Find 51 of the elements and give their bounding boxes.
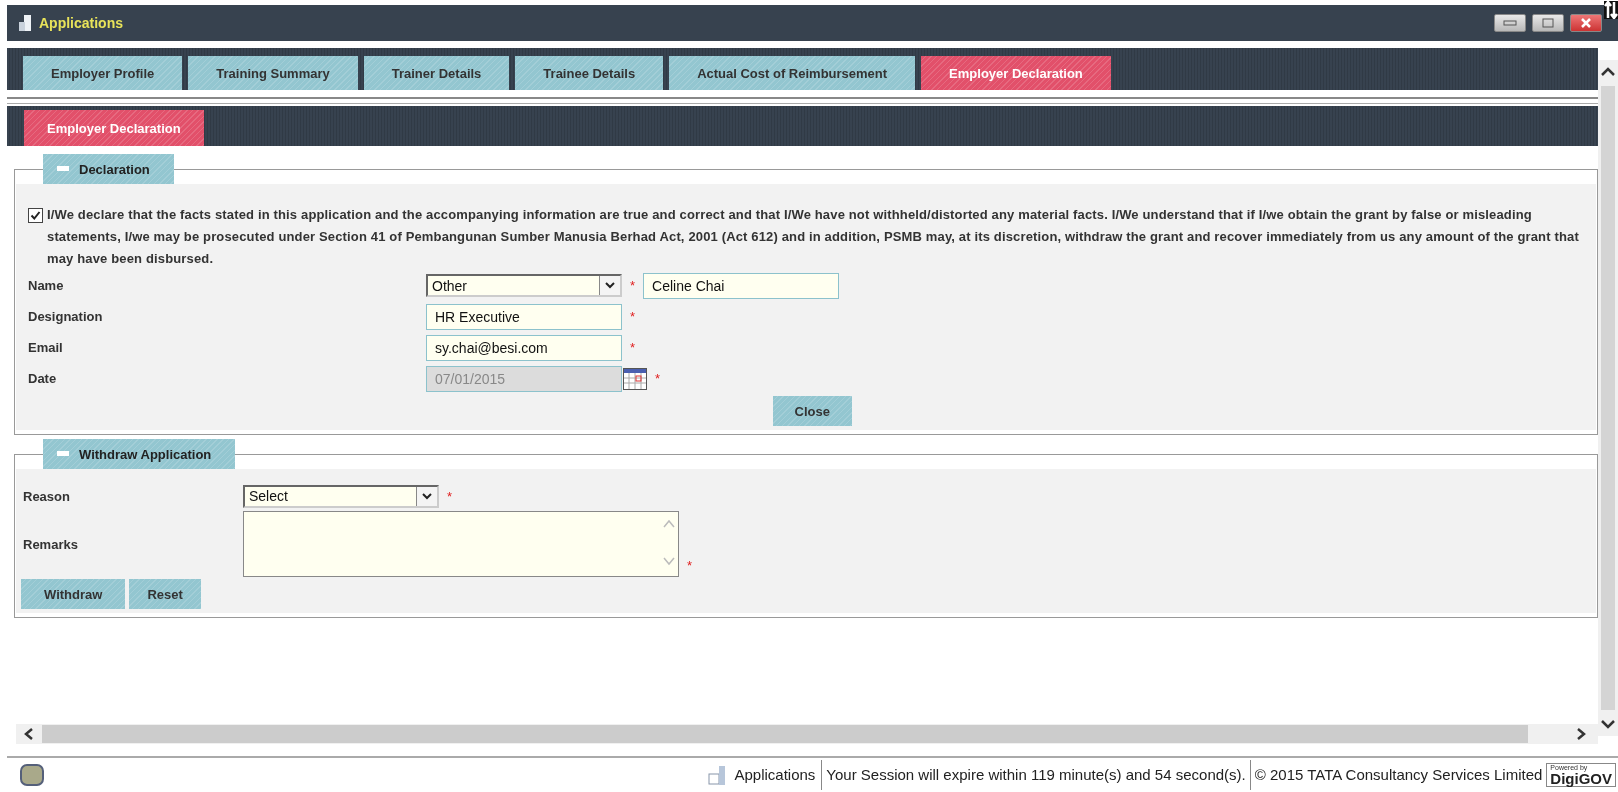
vertical-scrollbar[interactable]	[1598, 60, 1618, 736]
window-title: Applications	[39, 15, 123, 31]
section-header[interactable]: Declaration	[43, 154, 174, 184]
field-label: Remarks	[23, 536, 79, 552]
collapse-icon	[57, 166, 69, 172]
close-button[interactable]	[1570, 14, 1602, 32]
tab[interactable]: Training Summary	[188, 56, 358, 90]
required-mark: *	[687, 558, 693, 573]
minimize-button[interactable]	[1494, 14, 1526, 32]
caret-icon	[422, 492, 432, 500]
tab[interactable]: Trainee Details	[515, 56, 664, 90]
declaration-statement: I/We declare that the facts stated in this application and the accompanying information are true and correct and that I/We have not withheld/distorted any material facts. I/We understand that if I/we obtain the grant by false or misleading statements, I/we may be prosecuted under Section 41 of Pembangunan Sumber Manusia Berhad Act, 2001 (Act 612) and in addition, PSMB may, at its discretion, withdraw the grant and recover immediately from us any amount of the grant that may have been disbursed.	[47, 206, 1580, 268]
horizontal-scrollbar[interactable]	[16, 724, 1598, 744]
required-mark: *	[630, 278, 636, 293]
tab[interactable]: Trainer Details	[363, 56, 510, 90]
field-label: Name	[28, 278, 65, 293]
field-label: Email	[28, 340, 64, 355]
tab[interactable]: Employer Declaration	[921, 56, 1111, 90]
action-button[interactable]: Reset	[129, 579, 201, 609]
required-mark: *	[630, 340, 636, 355]
required-mark: *	[655, 371, 661, 386]
app-icon	[17, 14, 33, 32]
desktop-icon[interactable]	[20, 764, 44, 786]
input-field[interactable]: HR Executive	[426, 303, 622, 330]
name-dropdown[interactable]: Other	[426, 274, 622, 297]
field-label: Date	[28, 371, 58, 386]
remarks-field[interactable]	[243, 511, 679, 577]
maximize-button[interactable]	[1532, 14, 1564, 32]
field-label: Designation	[28, 309, 104, 324]
tab[interactable]: Employer Profile	[23, 56, 183, 90]
tab[interactable]: Actual Cost of Reimbursement	[669, 56, 916, 90]
maximize-icon	[1542, 18, 1554, 28]
section-header[interactable]: Withdraw Application	[43, 439, 236, 469]
session-timer: Your Session will expire within 119 minute(s) and 54 second(s).	[822, 760, 1251, 790]
checkbox[interactable]	[28, 208, 43, 223]
input-field[interactable]: sy.chai@besi.com	[426, 334, 622, 361]
required-mark: *	[447, 488, 453, 504]
close-button[interactable]: Close	[772, 396, 852, 426]
tab[interactable]: Employer Declaration	[24, 110, 204, 146]
minimize-icon	[1503, 19, 1517, 27]
copyright: © 2015 TATA Consultancy Services Limited	[1253, 765, 1544, 785]
caret-icon	[605, 282, 615, 289]
input-field[interactable]: Celine Chai	[643, 272, 840, 299]
taskbar-app[interactable]: Applications	[728, 760, 823, 790]
action-button[interactable]: Withdraw	[21, 579, 126, 609]
required-mark: *	[630, 309, 636, 324]
calendar-icon[interactable]	[623, 367, 647, 390]
reason-dropdown[interactable]: Select	[243, 484, 439, 508]
close-icon	[1579, 18, 1593, 28]
field-label: Reason	[23, 488, 71, 504]
collapse-icon	[57, 451, 69, 457]
